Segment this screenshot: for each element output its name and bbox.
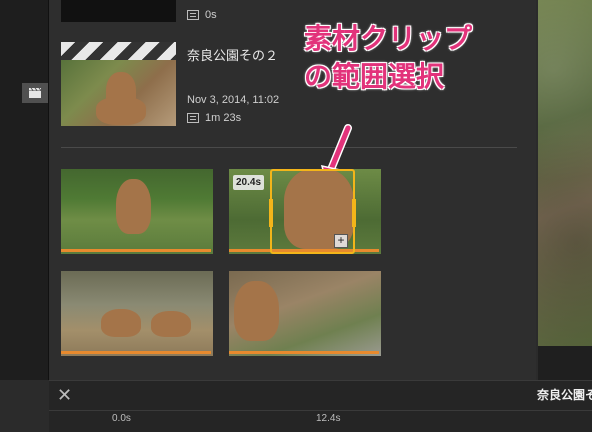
range-end-handle[interactable] [352, 199, 356, 227]
add-to-project-button[interactable]: + [334, 234, 348, 248]
filmstrip-thumbnail[interactable] [229, 271, 381, 356]
range-start-handle[interactable] [269, 199, 273, 227]
sidebar [0, 0, 49, 380]
annotation-line-2: の範囲選択 [304, 61, 445, 92]
clip-duration-row: 1m 23s [187, 112, 241, 124]
annotation-text: 素材クリップ の範囲選択 [304, 20, 472, 96]
film-icon [187, 113, 199, 123]
timeline-tick: 12.4s [316, 413, 341, 424]
previous-clip-thumbnail[interactable] [61, 0, 176, 22]
timeline-bar [49, 380, 592, 432]
video-preview[interactable] [538, 0, 592, 346]
clapper-stripe-icon [61, 42, 176, 60]
preview-footer [538, 346, 592, 380]
clip-duration: 1m 23s [205, 112, 242, 124]
clip-date: Nov 3, 2014, 11:02 [187, 94, 280, 106]
annotation-line-1: 素材クリップ [304, 23, 473, 54]
selection-duration-badge: 20.4s [233, 175, 265, 190]
close-icon[interactable]: ✕ [57, 386, 72, 404]
filmstrip-thumbnail[interactable] [61, 271, 213, 356]
divider [61, 147, 517, 148]
previous-clip-duration: 0s [205, 9, 217, 21]
timeline-tick: 0.0s [112, 413, 131, 424]
film-icon [187, 10, 199, 20]
clip-title: 奈良公園その２ [187, 48, 279, 63]
filmstrip-thumbnail[interactable] [61, 169, 213, 254]
timeline-title: 奈良公園そ [537, 388, 592, 402]
previous-clip-duration-row: 0s [187, 9, 217, 21]
clapper-icon[interactable] [22, 83, 48, 103]
timeline-ruler [49, 410, 592, 411]
